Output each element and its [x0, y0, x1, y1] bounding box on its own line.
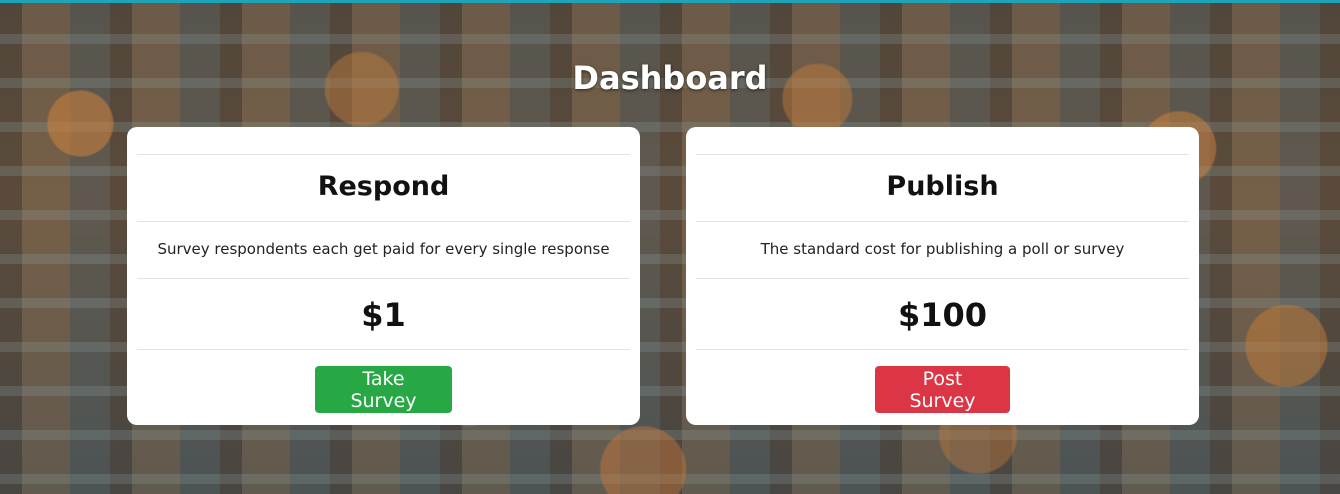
publish-card-description: The standard cost for publishing a poll … — [760, 240, 1125, 258]
card-divider — [696, 221, 1189, 222]
publish-card-list: Publish The standard cost for publishing… — [696, 127, 1189, 425]
publish-card-heading: Publish — [886, 171, 999, 202]
card-divider — [137, 278, 630, 279]
publish-card: Publish The standard cost for publishing… — [686, 127, 1199, 425]
top-accent-bar — [0, 0, 1340, 3]
take-survey-button[interactable]: Take Survey — [315, 366, 452, 413]
dashboard-page: Dashboard Respond Survey respondents eac… — [0, 0, 1340, 494]
respond-card-heading: Respond — [317, 171, 450, 202]
card-divider — [696, 349, 1189, 350]
publish-card-price: $100 — [897, 296, 988, 334]
respond-card-description: Survey respondents each get paid for eve… — [157, 240, 610, 258]
card-divider — [696, 278, 1189, 279]
page-title: Dashboard — [572, 59, 768, 97]
respond-card: Respond Survey respondents each get paid… — [127, 127, 640, 425]
card-divider — [137, 221, 630, 222]
respond-card-price: $1 — [361, 296, 406, 334]
respond-card-list: Respond Survey respondents each get paid… — [137, 127, 630, 425]
card-divider — [137, 349, 630, 350]
card-divider — [696, 154, 1189, 155]
card-divider — [137, 154, 630, 155]
post-survey-button[interactable]: Post Survey — [875, 366, 1010, 413]
